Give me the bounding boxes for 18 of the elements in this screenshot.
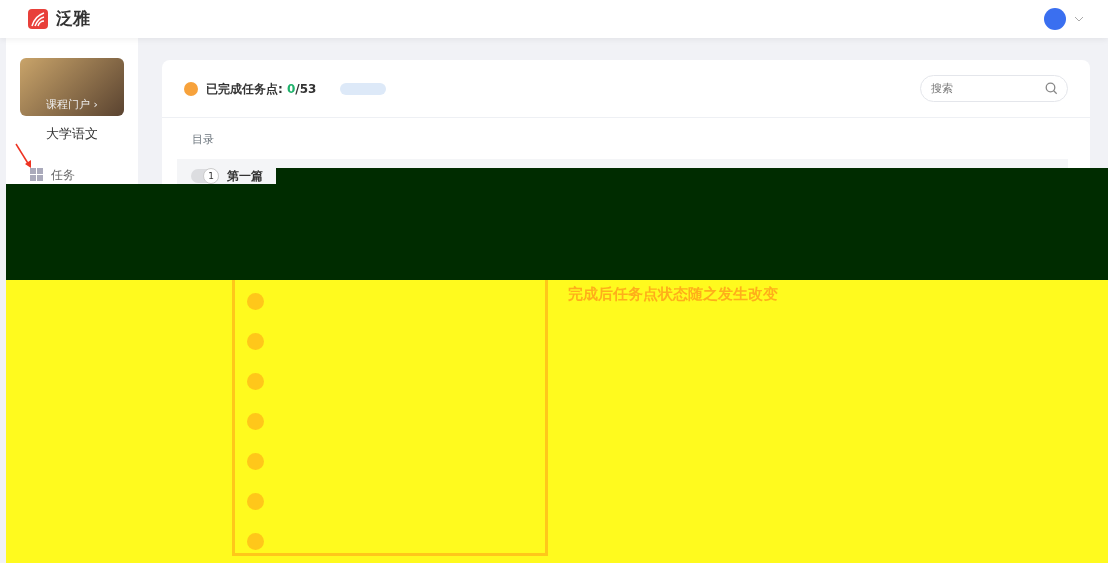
course-cover-photo[interactable]: 课程门户 › xyxy=(20,58,124,116)
search-icon[interactable] xyxy=(1045,82,1058,95)
logo-icon xyxy=(28,9,48,29)
catalog-heading: 目录 xyxy=(191,132,215,148)
avatar[interactable] xyxy=(1044,8,1066,30)
chapter-title[interactable]: 第一篇 xyxy=(227,166,263,185)
grid-icon xyxy=(30,168,43,181)
course-portal-link[interactable]: 课程门户 › xyxy=(46,96,98,113)
course-name: 大学语文 xyxy=(45,125,99,143)
progress-text: 已完成任务点: 0/53 xyxy=(206,80,317,98)
annotation-text: 完成后任务点状态随之发生改变 xyxy=(568,284,778,305)
status-dot xyxy=(184,81,198,96)
chapter-number-badge[interactable]: 1 xyxy=(191,168,219,183)
caret-icon[interactable] xyxy=(1074,16,1084,22)
search-field[interactable]: 搜索 xyxy=(920,75,1068,102)
logo-text: 泛雅 xyxy=(56,7,90,31)
progress-pill xyxy=(340,82,387,95)
sidebar-item[interactable]: 任务 xyxy=(51,165,75,184)
